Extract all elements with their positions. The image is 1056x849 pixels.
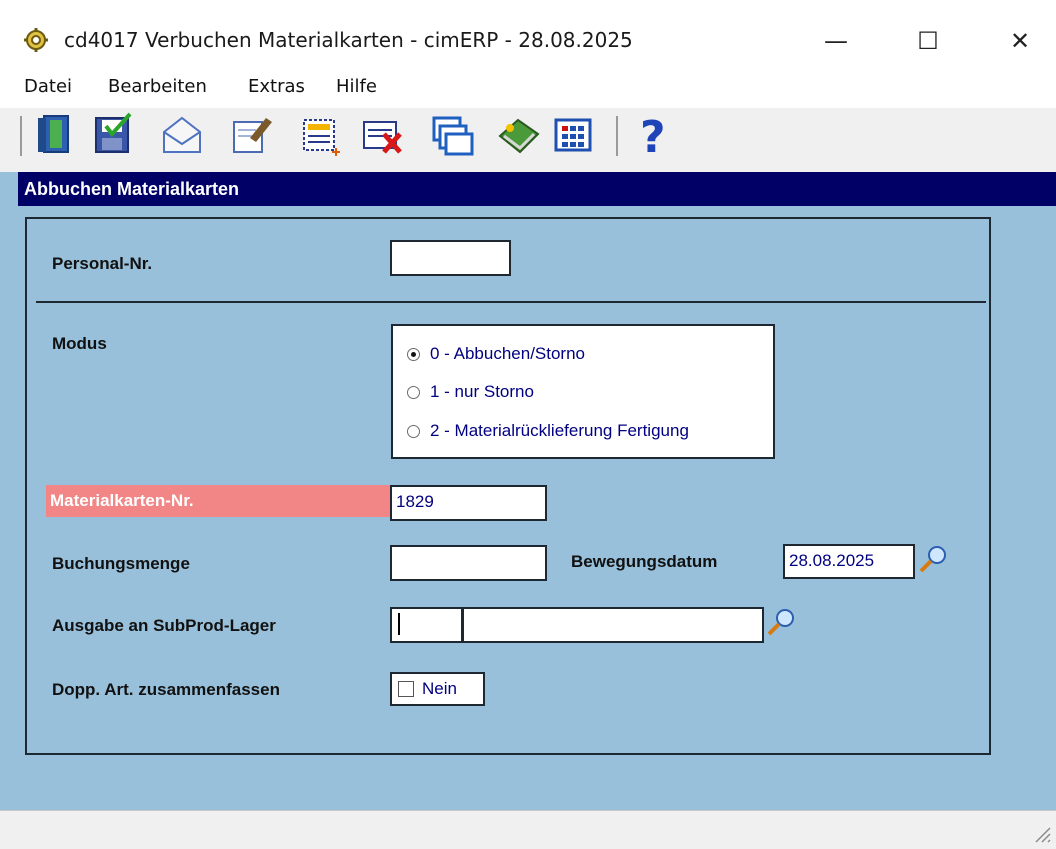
bewegungsdatum-label: Bewegungsdatum: [571, 552, 718, 571]
close-button[interactable]: ✕: [990, 16, 1050, 66]
modus-label: Modus: [52, 334, 107, 353]
book-icon[interactable]: [496, 112, 540, 158]
buchungsmenge-input[interactable]: [390, 545, 547, 581]
dopp-art-checkbox[interactable]: Nein: [390, 672, 485, 706]
dopp-art-value: Nein: [422, 679, 457, 698]
subprod-lager-label: Ausgabe an SubProd-Lager: [52, 616, 276, 635]
panel-header: Abbuchen Materialkarten: [18, 172, 1056, 206]
personal-nr-input[interactable]: [390, 240, 511, 276]
toolbar-grip: [18, 116, 24, 156]
materialkarten-nr-label: Materialkarten-Nr.: [46, 485, 396, 517]
edit-record-icon[interactable]: [230, 112, 274, 158]
window-title: cd4017 Verbuchen Materialkarten - cimERP…: [64, 28, 633, 52]
save-icon[interactable]: [90, 112, 134, 158]
grid-icon[interactable]: [552, 112, 596, 158]
menu-hilfe[interactable]: Hilfe: [336, 76, 377, 97]
app-gear-icon: [24, 28, 48, 52]
date-search-icon[interactable]: [918, 544, 948, 574]
subprod-code-input[interactable]: [390, 607, 463, 643]
buchungsmenge-label: Buchungsmenge: [52, 554, 190, 573]
menu-datei[interactable]: Datei: [24, 76, 72, 97]
text-cursor: [398, 613, 400, 635]
form-divider: [36, 301, 986, 303]
exit-door-icon[interactable]: [36, 112, 80, 158]
menu-extras[interactable]: Extras: [248, 76, 305, 97]
maximize-button[interactable]: ☐: [898, 16, 958, 66]
svg-text:?: ?: [640, 112, 666, 158]
personal-nr-label: Personal-Nr.: [52, 254, 153, 273]
modus-option-0-label: 0 - Abbuchen/Storno: [430, 344, 586, 363]
help-icon[interactable]: ?: [630, 112, 674, 163]
checkbox-unchecked-icon: [398, 681, 414, 697]
subprod-search-icon[interactable]: [766, 607, 796, 637]
radio-unselected-icon: [407, 424, 420, 438]
windows-icon[interactable]: [430, 112, 474, 158]
radio-selected-icon: [407, 347, 420, 361]
minimize-button[interactable]: —: [806, 16, 866, 66]
toolbar-separator: [614, 116, 620, 156]
modus-option-2-label: 2 - Materialrücklieferung Fertigung: [430, 421, 689, 440]
modus-option-1-label: 1 - nur Storno: [430, 382, 534, 401]
status-bar: [0, 810, 1056, 849]
materialkarten-nr-input[interactable]: 1829: [390, 485, 547, 521]
mail-icon[interactable]: [160, 112, 204, 158]
modus-option-2[interactable]: 2 - Materialrücklieferung Fertigung: [407, 421, 689, 441]
bewegungsdatum-input[interactable]: 28.08.2025: [783, 544, 915, 579]
new-record-icon[interactable]: [298, 112, 342, 158]
radio-unselected-icon: [407, 385, 420, 399]
modus-option-0[interactable]: 0 - Abbuchen/Storno: [407, 344, 585, 364]
modus-option-1[interactable]: 1 - nur Storno: [407, 382, 534, 402]
menu-bearbeiten[interactable]: Bearbeiten: [108, 76, 207, 97]
subprod-name-input[interactable]: [462, 607, 764, 643]
delete-record-icon[interactable]: [360, 112, 404, 158]
resize-grip-icon[interactable]: [1030, 822, 1052, 844]
dopp-art-label: Dopp. Art. zusammenfassen: [52, 680, 280, 699]
